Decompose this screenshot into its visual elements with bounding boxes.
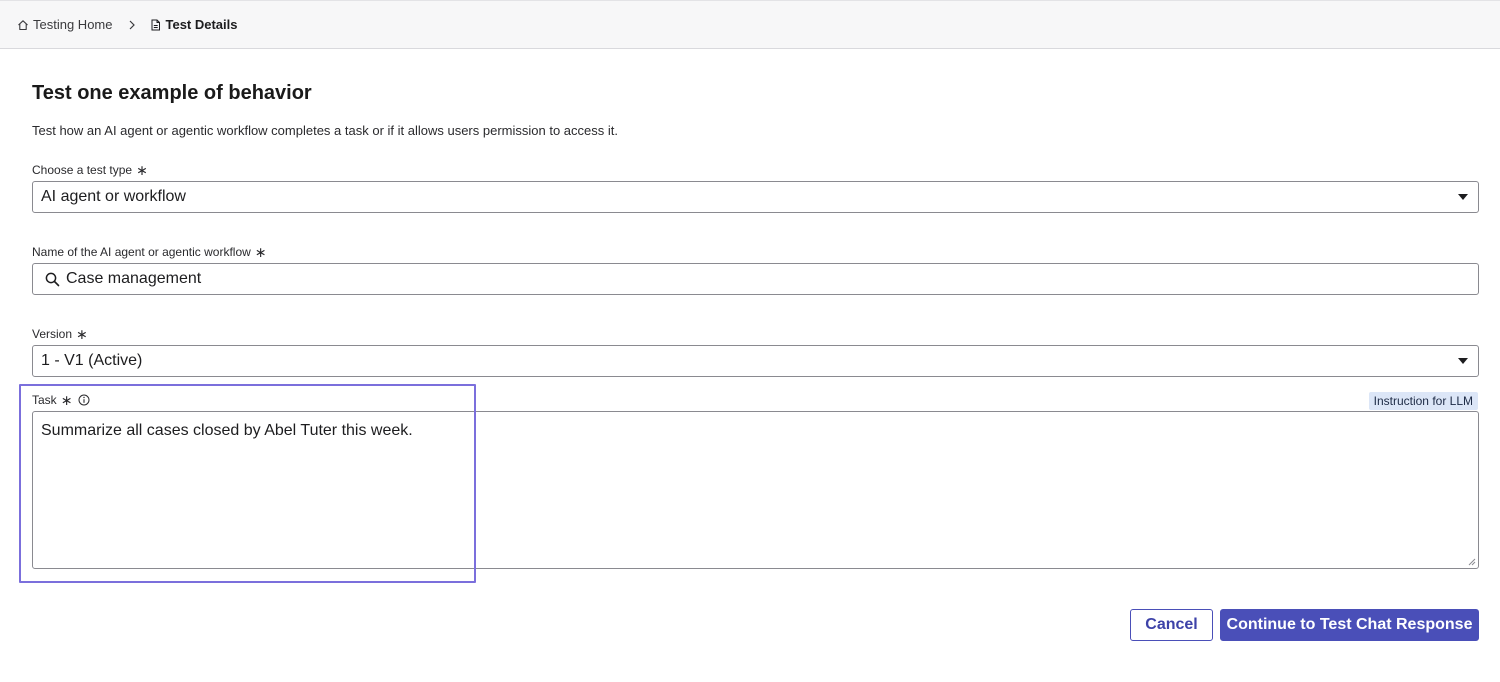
info-icon[interactable]: [78, 394, 90, 406]
task-textarea[interactable]: Summarize all cases closed by Abel Tuter…: [32, 411, 1479, 569]
agent-name-label: Name of the AI agent or agentic workflow…: [32, 245, 267, 259]
agent-name-label-text: Name of the AI agent or agentic workflow: [32, 245, 251, 259]
version-label: Version ∗: [32, 327, 88, 341]
task-label: Task ∗: [32, 393, 90, 407]
home-icon: [18, 19, 28, 30]
resize-handle-icon[interactable]: [1468, 558, 1476, 566]
task-label-text: Task: [32, 393, 57, 407]
test-type-select[interactable]: AI agent or workflow: [32, 181, 1479, 213]
search-icon: [45, 272, 60, 286]
version-value: 1 - V1 (Active): [41, 352, 143, 369]
continue-button[interactable]: Continue to Test Chat Response: [1220, 609, 1479, 641]
breadcrumb-bar: Testing Home Test Details: [0, 0, 1500, 49]
agent-name-search-input[interactable]: Case management: [32, 263, 1479, 295]
cancel-button[interactable]: Cancel: [1130, 609, 1213, 641]
page-title: Test one example of behavior: [32, 82, 312, 104]
required-mark: ∗: [76, 326, 88, 342]
version-select[interactable]: 1 - V1 (Active): [32, 345, 1479, 377]
agent-name-value: Case management: [66, 270, 202, 287]
required-mark: ∗: [254, 244, 267, 260]
caret-down-icon: [1458, 194, 1468, 200]
required-mark: ∗: [136, 162, 148, 178]
required-mark: ∗: [60, 392, 73, 408]
document-icon: [151, 19, 161, 30]
test-type-label-text: Choose a test type: [32, 163, 133, 177]
breadcrumb-current: Test Details: [150, 17, 238, 32]
page-description: Test how an AI agent or agentic workflow…: [32, 123, 618, 138]
caret-down-icon: [1458, 358, 1468, 364]
version-label-text: Version: [32, 327, 73, 341]
breadcrumb-home[interactable]: Testing Home: [17, 17, 112, 32]
test-type-value: AI agent or workflow: [41, 188, 186, 205]
task-value: Summarize all cases closed by Abel Tuter…: [41, 422, 413, 439]
chevron-right-icon: [128, 20, 136, 30]
breadcrumb-current-label: Test Details: [165, 17, 238, 32]
test-type-label: Choose a test type ∗: [32, 163, 148, 177]
instruction-for-llm-badge: Instruction for LLM: [1368, 392, 1478, 410]
breadcrumb-home-label: Testing Home: [33, 17, 113, 32]
